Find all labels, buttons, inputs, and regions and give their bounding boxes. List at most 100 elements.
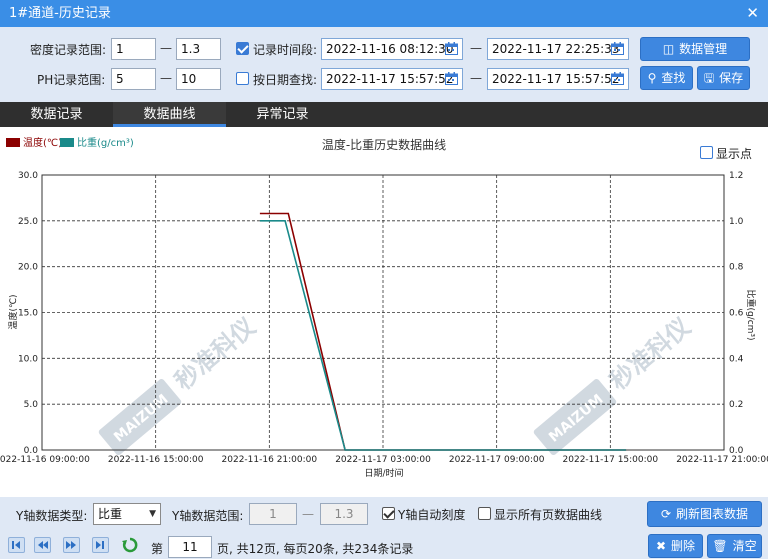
y-right-tick-label: 0.2 xyxy=(729,400,743,410)
chevron-down-icon: ▼ xyxy=(149,509,156,519)
page-number-input[interactable]: 11 xyxy=(168,536,212,558)
legend-label-density: 比重(g/cm³) xyxy=(77,136,134,149)
watermark: MAIZUM秒准科仪 xyxy=(98,312,262,456)
delete-button[interactable]: ✖ 删除 xyxy=(648,534,703,558)
legend-label-temp: 温度(℃) xyxy=(23,136,62,149)
time-end-input[interactable]: 2022-11-17 22:25:33 xyxy=(487,38,629,60)
y-left-tick-label: 20.0 xyxy=(18,263,38,273)
delete-icon: ✖ xyxy=(655,539,667,553)
date-end-input[interactable]: 2022-11-17 15:57:52 xyxy=(487,68,629,90)
data-manage-button[interactable]: ◫ 数据管理 xyxy=(640,37,750,61)
y-right-tick-label: 1.0 xyxy=(729,217,744,227)
y-left-tick-label: 5.0 xyxy=(24,400,39,410)
ph-max-input[interactable]: 10 xyxy=(176,68,221,90)
trash-icon: 🗑 xyxy=(712,539,728,553)
watermark: MAIZUM秒准科仪 xyxy=(533,312,697,456)
close-icon[interactable]: ✕ xyxy=(746,0,759,27)
date-end-value: 2022-11-17 15:57:52 xyxy=(492,72,620,86)
time-start-input[interactable]: 2022-11-16 08:12:30 xyxy=(321,38,463,60)
database-icon: ◫ xyxy=(662,42,675,56)
y-range-label: Y轴数据范围: xyxy=(172,509,244,523)
chart-panel: 温度(℃) 比重(g/cm³) 温度-比重历史数据曲线 温度(℃) 比重(g/c… xyxy=(0,127,768,497)
page-prefix: 第 xyxy=(151,542,164,556)
save-label: 保存 xyxy=(719,71,744,85)
legend-swatch-density xyxy=(60,138,74,147)
y-right-tick-label: 0.4 xyxy=(729,354,744,364)
legend-swatch-temp xyxy=(6,138,20,147)
tab-bar: 数据记录 数据曲线 异常记录 xyxy=(0,102,768,127)
calendar-icon[interactable] xyxy=(611,72,624,85)
x-tick-label: 2022-11-16 21:00:00 xyxy=(222,455,318,465)
calendar-icon[interactable] xyxy=(611,42,624,55)
y-range-max-input[interactable]: 1.3 xyxy=(320,503,368,525)
range-separator: — xyxy=(160,71,172,85)
auto-scale-label: Y轴自动刻度 xyxy=(398,508,466,522)
last-page-icon xyxy=(96,541,104,549)
auto-scale-checkbox[interactable] xyxy=(382,507,395,520)
tab-data-records[interactable]: 数据记录 xyxy=(0,102,113,127)
clear-button[interactable]: 🗑 清空 xyxy=(707,534,762,558)
first-page-button[interactable] xyxy=(8,537,25,553)
ph-range-label: PH记录范围: xyxy=(37,73,106,87)
calendar-icon[interactable] xyxy=(445,42,458,55)
y-left-tick-label: 25.0 xyxy=(18,217,38,227)
show-all-pages-checkbox[interactable] xyxy=(478,507,491,520)
y-right-tick-label: 0.8 xyxy=(729,263,744,273)
window-titlebar: 1#通道-历史记录 ✕ xyxy=(0,0,768,27)
delete-label: 删除 xyxy=(671,539,696,553)
y-right-tick-label: 1.2 xyxy=(729,171,743,181)
window-title: 1#通道-历史记录 xyxy=(9,6,111,21)
y-range-min-input[interactable]: 1 xyxy=(249,503,297,525)
ph-min-input[interactable]: 5 xyxy=(111,68,156,90)
save-icon: 🖫 xyxy=(703,71,715,85)
prev-page-icon xyxy=(38,541,48,549)
save-button[interactable]: 🖫 保存 xyxy=(697,66,750,90)
last-page-button[interactable] xyxy=(92,537,109,553)
watermark-text: 秒准科仪 xyxy=(604,312,696,396)
y-left-tick-label: 15.0 xyxy=(18,309,38,319)
date-start-value: 2022-11-17 15:57:52 xyxy=(326,72,454,86)
x-tick-label: 2022-11-17 09:00:00 xyxy=(449,455,545,465)
clear-label: 清空 xyxy=(732,539,757,553)
reload-icon[interactable] xyxy=(121,536,139,554)
history-chart: 温度(℃) 比重(g/cm³) 温度-比重历史数据曲线 温度(℃) 比重(g/c… xyxy=(0,136,768,479)
range-separator: — xyxy=(160,41,172,55)
time-end-value: 2022-11-17 22:25:33 xyxy=(492,42,620,56)
time-separator: — xyxy=(470,41,482,55)
density-min-input[interactable]: 1 xyxy=(111,38,156,60)
y-range-separator: — xyxy=(302,507,314,521)
tab-data-curve[interactable]: 数据曲线 xyxy=(113,102,226,127)
prev-page-button[interactable] xyxy=(34,537,51,553)
search-button[interactable]: ⚲ 查找 xyxy=(640,66,693,90)
density-range-label: 密度记录范围: xyxy=(30,43,107,57)
search-icon: ⚲ xyxy=(647,71,657,85)
x-tick-label: 2022-11-16 09:00:00 xyxy=(0,455,90,465)
refresh-chart-button[interactable]: ⟳ 刷新图表数据 xyxy=(647,501,762,527)
y-left-tick-label: 10.0 xyxy=(18,354,38,364)
x-axis-label: 日期/时间 xyxy=(364,467,403,479)
time-range-label: 记录时间段: xyxy=(253,43,318,57)
show-all-pages-label: 显示所有页数据曲线 xyxy=(494,508,603,522)
show-points-label: 显示点 xyxy=(716,147,753,161)
next-page-button[interactable] xyxy=(63,537,80,553)
page-info: 页, 共12页, 每页20条, 共234条记录 xyxy=(217,542,414,556)
y-type-select[interactable]: 比重 ▼ xyxy=(93,503,161,525)
chart-title: 温度-比重历史数据曲线 xyxy=(322,137,446,152)
time-range-checkbox[interactable] xyxy=(236,42,249,55)
refresh-icon: ⟳ xyxy=(660,507,672,521)
density-max-input[interactable]: 1.3 xyxy=(176,38,221,60)
y-type-value: 比重 xyxy=(98,507,123,521)
calendar-icon[interactable] xyxy=(445,72,458,85)
y-right-tick-label: 0.6 xyxy=(729,309,744,319)
y-type-label: Y轴数据类型: xyxy=(16,509,88,523)
data-manage-label: 数据管理 xyxy=(679,42,728,56)
show-points-checkbox[interactable] xyxy=(700,146,713,159)
x-tick-label: 2022-11-17 03:00:00 xyxy=(335,455,431,465)
date-start-input[interactable]: 2022-11-17 15:57:52 xyxy=(321,68,463,90)
watermark-text: 秒准科仪 xyxy=(169,312,261,396)
next-page-icon xyxy=(66,541,76,549)
date-search-checkbox[interactable] xyxy=(236,72,249,85)
watermark-layer: MAIZUM秒准科仪 MAIZUM秒准科仪 xyxy=(98,312,697,456)
tab-abnormal-records[interactable]: 异常记录 xyxy=(226,102,339,127)
search-label: 查找 xyxy=(661,71,686,85)
